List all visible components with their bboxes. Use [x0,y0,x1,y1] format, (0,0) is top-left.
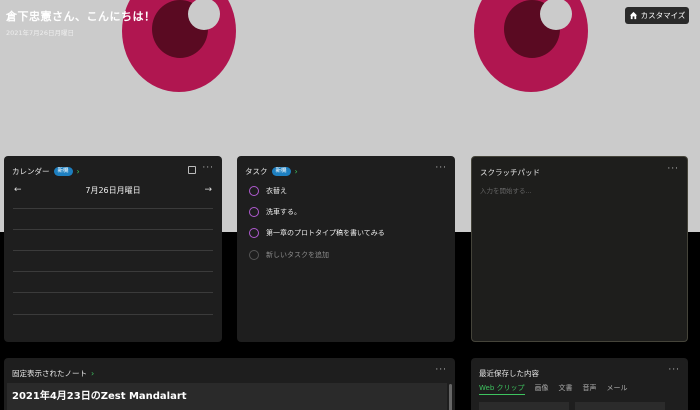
new-badge: 新機 [271,167,291,176]
calendar-widget: カレンダー 新機 › ··· 7月26日月曜日 ← → [4,156,222,342]
scratchpad-menu-button[interactable]: ··· [667,164,679,174]
prev-day-arrow-icon[interactable]: ← [14,185,22,195]
scrollbar[interactable] [449,384,452,410]
scratchpad-widget[interactable]: スクラッチパッド ··· 入力を開始する... [471,156,688,342]
task-item[interactable]: 洗車する。 [249,207,301,217]
tasks-title: タスク [245,167,268,176]
chevron-right-icon[interactable]: › [295,167,298,176]
tab-audio[interactable]: 音声 [583,383,597,395]
calendar-slot[interactable] [13,208,213,209]
recent-item-thumbnail[interactable] [575,402,665,410]
calendar-menu-button[interactable]: ··· [202,163,214,173]
calendar-slot[interactable] [13,229,213,230]
tab-email[interactable]: メール [607,383,628,395]
recent-item-thumbnail[interactable] [479,402,569,410]
tab-web-clip[interactable]: Web クリップ [479,383,525,395]
pinned-note-menu-button[interactable]: ··· [435,365,447,375]
calendar-slot[interactable] [13,250,213,251]
chevron-right-icon[interactable]: › [91,369,94,378]
calendar-slot[interactable] [13,314,213,315]
calendar-slot[interactable] [13,292,213,293]
recent-items-widget: 最近保存した内容 ··· Web クリップ 画像 文書 音声 メール [471,358,688,410]
task-item[interactable]: 衣替え [249,186,287,196]
next-day-arrow-icon[interactable]: → [204,185,212,195]
tasks-widget: タスク 新機 › ··· 衣替え 洗車する。 第一章のプロトタイプ稿を書いてみる… [237,156,455,342]
greeting-text: 倉下忠憲さん、こんにちは！ [6,10,156,23]
calendar-slot[interactable] [13,271,213,272]
task-checkbox[interactable] [249,186,259,196]
calendar-date-label: 7月26日月曜日 [85,186,141,195]
customize-label: カスタマイズ [640,11,686,20]
task-item[interactable]: 第一章のプロトタイプ稿を書いてみる [249,228,385,238]
chevron-right-icon[interactable]: › [77,167,80,176]
task-checkbox[interactable] [249,228,259,238]
customize-button[interactable]: カスタマイズ [625,7,689,24]
task-label: 第一章のプロトタイプ稿を書いてみる [266,229,385,237]
task-label: 衣替え [266,187,287,195]
calendar-title: カレンダー [12,167,50,176]
pinned-note-widget: 固定表示されたノート › ··· 2021年4月23日のZest Mandala… [4,358,455,410]
eye-graphic-right [474,0,588,92]
home-icon [629,11,637,20]
tasks-menu-button[interactable]: ··· [435,163,447,173]
add-task-placeholder: 新しいタスクを追加 [266,251,329,259]
recent-tabs: Web クリップ 画像 文書 音声 メール [479,383,628,395]
task-checkbox[interactable] [249,207,259,217]
add-task-circle-icon [249,250,259,260]
task-label: 洗車する。 [266,208,301,216]
scratchpad-input[interactable]: 入力を開始する... [480,185,532,195]
pinned-note-title: 固定表示されたノート [12,369,87,378]
note-title[interactable]: 2021年4月23日のZest Mandalart [12,387,187,402]
tab-documents[interactable]: 文書 [559,383,573,395]
scratchpad-title: スクラッチパッド [480,168,540,177]
recent-menu-button[interactable]: ··· [668,365,680,375]
date-text: 2021年7月26日月曜日 [6,29,74,37]
new-badge: 新機 [53,167,73,176]
add-task-input[interactable]: 新しいタスクを追加 [249,250,329,260]
calendar-icon[interactable] [188,166,196,174]
recent-title: 最近保存した内容 [479,369,539,378]
tab-images[interactable]: 画像 [535,383,549,395]
